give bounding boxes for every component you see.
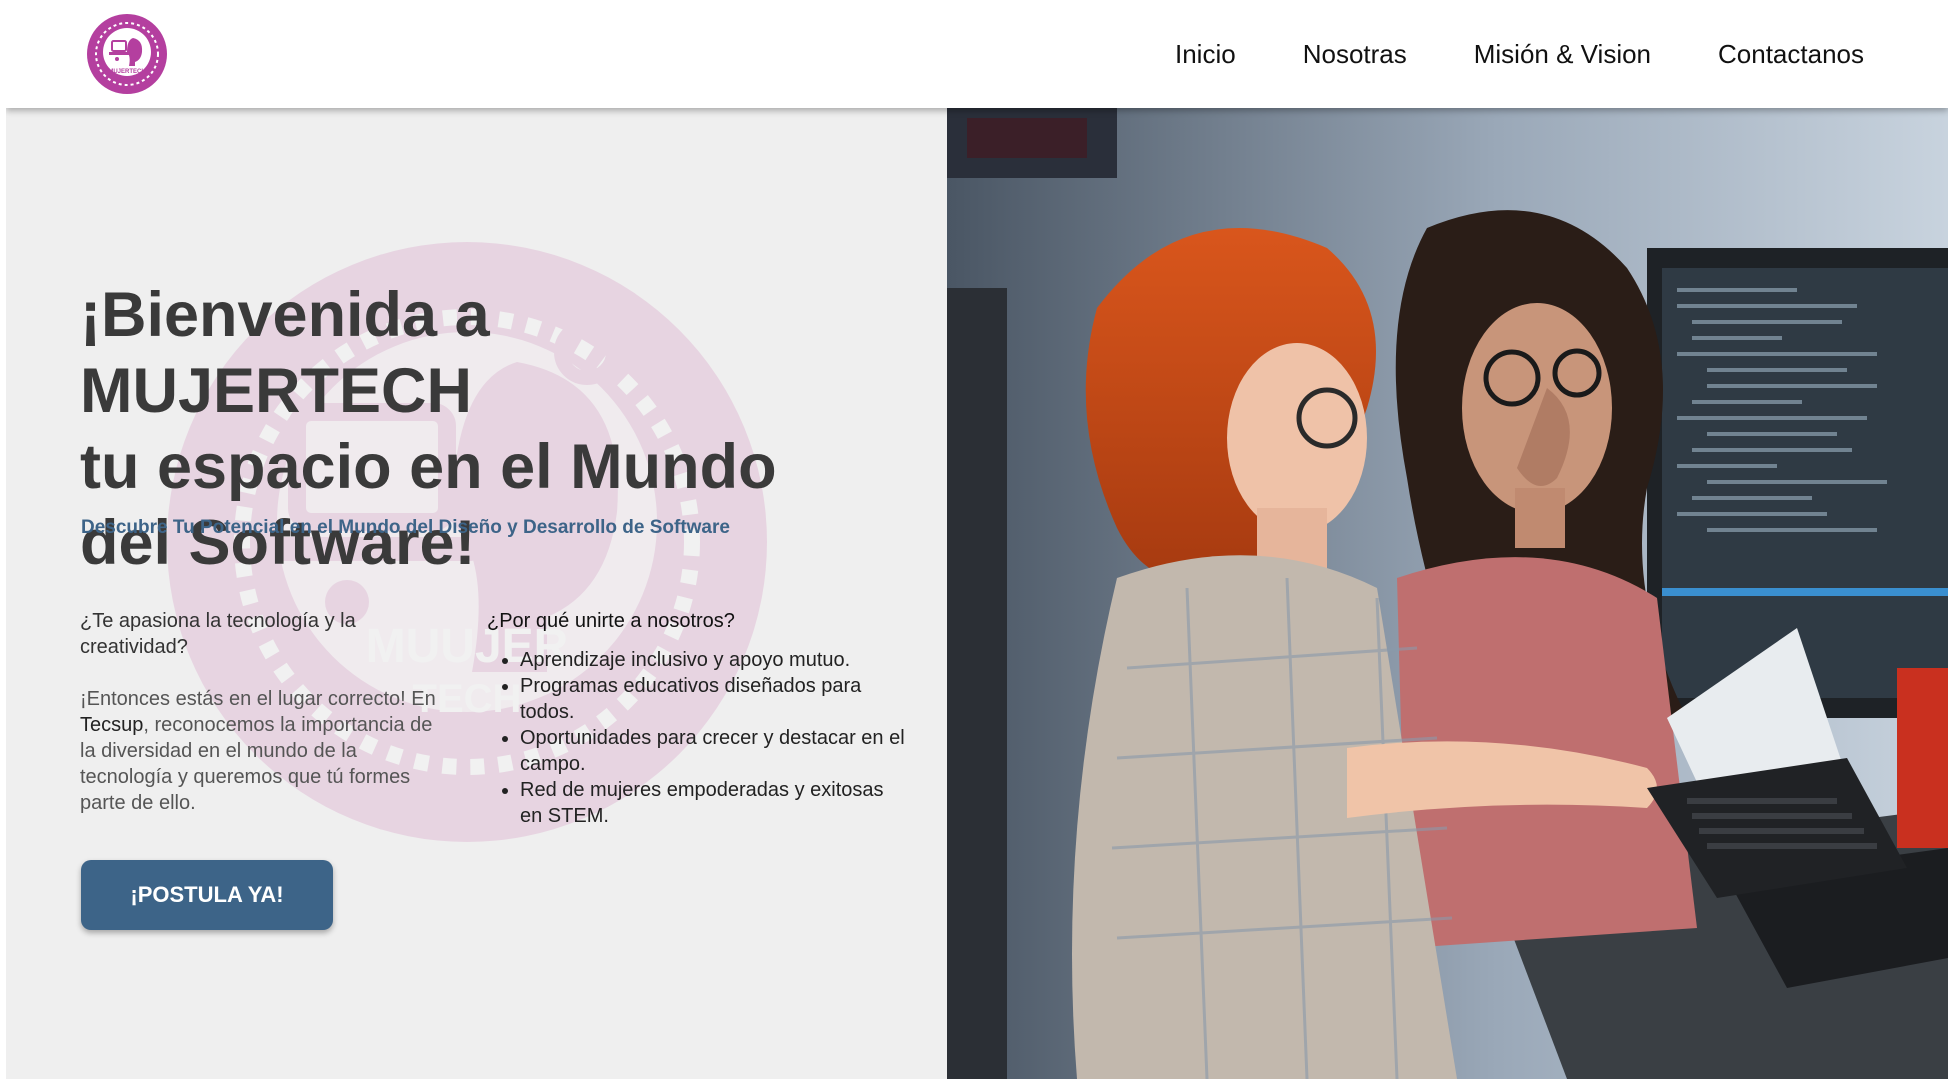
benefit-item: Red de mujeres empoderadas y exitosas en… (520, 777, 907, 829)
hero-subtitle: Descubre Tu Potencial en el Mundo del Di… (81, 517, 730, 538)
intro-column: ¿Te apasiona la tecnología y la creativi… (80, 608, 440, 816)
benefits-list: Aprendizaje inclusivo y apoyo mutuo. Pro… (487, 647, 907, 829)
intro-paragraph: ¡Entonces estás en el lugar correcto! En… (80, 686, 440, 816)
tecsup-brand: Tecsup (80, 714, 144, 736)
mujertech-logo[interactable]: MUJERTECH (87, 14, 167, 94)
benefit-item: Oportunidades para crecer y destacar en … (520, 725, 907, 777)
benefit-item: Programas educativos diseñados para todo… (520, 673, 907, 725)
page-frame: MUJERTECH Inicio Nosotras Misión & Visio… (6, 0, 1948, 1079)
nav-inicio[interactable]: Inicio (1175, 39, 1236, 70)
benefit-item: Aprendizaje inclusivo y apoyo mutuo. (520, 647, 907, 673)
top-navbar: MUJERTECH Inicio Nosotras Misión & Visio… (6, 0, 1948, 108)
hero-content: MUUJER TECH ¡Bienvenida a MUJERTECH tu e… (6, 108, 947, 1079)
postula-ya-button[interactable]: ¡POSTULA YA! (81, 860, 333, 930)
nav-contactanos[interactable]: Contactanos (1718, 39, 1864, 70)
benefits-question: ¿Por qué unirte a nosotros? (487, 610, 735, 632)
benefits-column: ¿Por qué unirte a nosotros? Aprendizaje … (487, 608, 907, 829)
intro-question: ¿Te apasiona la tecnología y la creativi… (80, 610, 356, 658)
logo-emblem-icon: MUJERTECH (88, 15, 166, 93)
nav-nosotras[interactable]: Nosotras (1303, 39, 1407, 70)
logo-lettering: MUJERTECH (108, 69, 145, 75)
main-nav: Inicio Nosotras Misión & Vision Contacta… (1175, 0, 1864, 108)
hero-title-line-2: tu espacio en el Mundo (80, 432, 777, 502)
intro-text-start: ¡Entonces estás en el lugar correcto! En (80, 688, 436, 710)
nav-mision-vision[interactable]: Misión & Vision (1474, 39, 1651, 70)
hero-photo (947, 108, 1948, 1079)
hero-title-line-1: ¡Bienvenida a MUJERTECH (80, 280, 490, 426)
women-coding-photo (947, 108, 1948, 1079)
